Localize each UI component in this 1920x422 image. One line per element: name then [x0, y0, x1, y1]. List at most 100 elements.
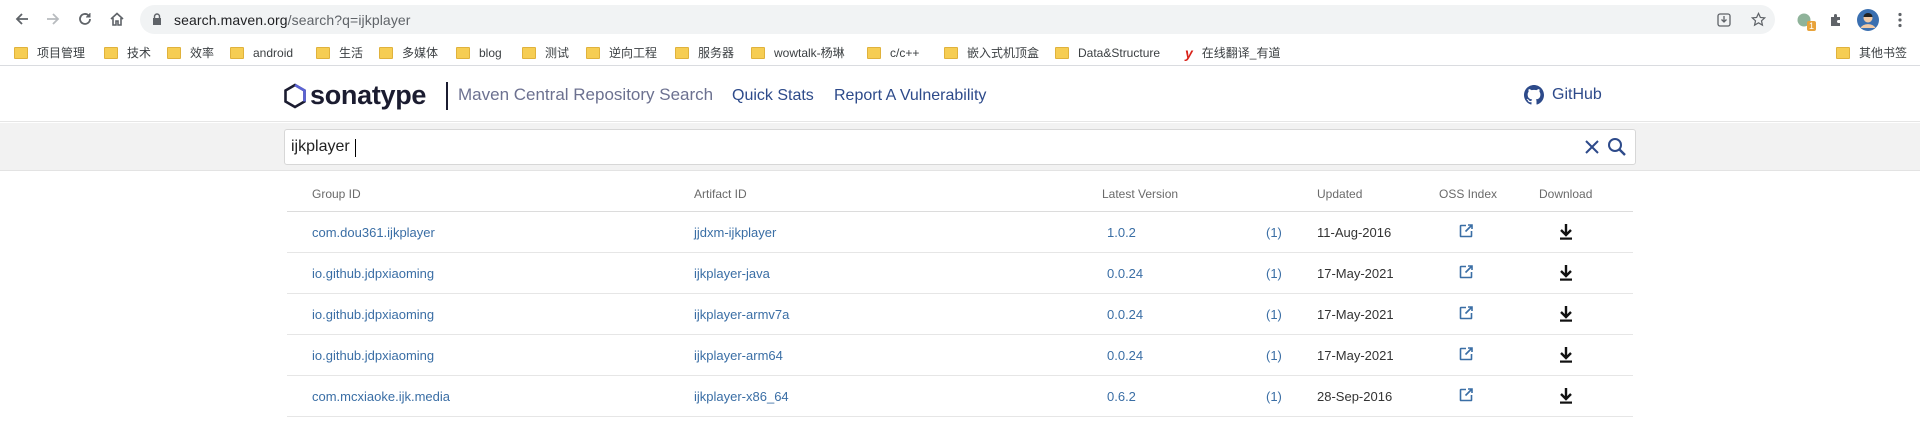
star-icon	[1750, 12, 1766, 27]
external-link-icon	[1459, 388, 1473, 402]
download-button[interactable]	[1558, 305, 1574, 326]
oss-index-button[interactable]	[1458, 387, 1474, 406]
profile-button[interactable]	[1852, 5, 1884, 34]
nav-report-vulnerability[interactable]: Report A Vulnerability	[834, 87, 986, 105]
forward-button[interactable]	[38, 4, 68, 34]
bookmark-folder[interactable]: 多媒体	[379, 43, 438, 62]
latest-version-link[interactable]: 0.0.24	[1107, 307, 1143, 322]
download-button[interactable]	[1558, 264, 1574, 285]
bookmark-star-button[interactable]	[1741, 5, 1775, 34]
bookmark-folder[interactable]: wowtalk-杨琳	[751, 43, 845, 62]
group-id-link[interactable]: io.github.jdpxiaoming	[312, 348, 434, 363]
search-icon[interactable]	[1607, 137, 1627, 157]
download-button[interactable]	[1558, 387, 1574, 408]
logo-text: sonatype	[310, 80, 427, 110]
home-button[interactable]	[102, 4, 132, 34]
bookmark-folder[interactable]: 服务器	[675, 43, 734, 62]
bookmark-folder[interactable]: Data&Structure	[1055, 43, 1160, 62]
folder-icon	[316, 46, 330, 59]
reload-button[interactable]	[70, 4, 100, 34]
oss-index-button[interactable]	[1458, 305, 1474, 324]
oss-index-button[interactable]	[1458, 223, 1474, 242]
reload-icon	[79, 13, 91, 25]
youdao-icon: y	[1185, 44, 1193, 61]
folder-icon	[379, 46, 393, 59]
artifact-id-link[interactable]: ijkplayer-armv7a	[694, 307, 789, 322]
external-link-icon	[1459, 306, 1473, 320]
oss-index-button[interactable]	[1458, 346, 1474, 365]
bookmark-folder[interactable]: 技术	[104, 43, 151, 62]
artifact-id-link[interactable]: ijkplayer-x86_64	[694, 389, 789, 404]
artifact-id-link[interactable]: jjdxm-ijkplayer	[694, 225, 776, 240]
folder-icon	[167, 46, 181, 59]
version-count-link[interactable]: (1)	[1266, 389, 1282, 404]
browser-menu-button[interactable]	[1884, 5, 1916, 34]
download-button[interactable]	[1558, 223, 1574, 244]
artifact-id-link[interactable]: ijkplayer-java	[694, 266, 770, 281]
site-subtitle: Maven Central Repository Search	[458, 85, 714, 104]
install-app-button[interactable]	[1707, 5, 1741, 34]
latest-version-link[interactable]: 0.0.24	[1107, 266, 1143, 281]
address-bar[interactable]: search.maven.org/search?q=ijkplayer	[140, 5, 1775, 34]
updated-date: 11-Aug-2016	[1317, 225, 1392, 240]
header-oss-index: OSS Index	[1439, 187, 1498, 201]
artifact-id-link[interactable]: ijkplayer-arm64	[694, 348, 783, 363]
bookmark-folder[interactable]: blog	[456, 43, 502, 62]
group-id-link[interactable]: com.mcxiaoke.ijk.media	[312, 389, 450, 404]
group-id-link[interactable]: io.github.jdpxiaoming	[312, 266, 434, 281]
header-artifact-id: Artifact ID	[694, 187, 747, 201]
group-id-link[interactable]: io.github.jdpxiaoming	[312, 307, 434, 322]
puzzle-icon	[1831, 13, 1840, 26]
bookmark-folder[interactable]: 测试	[522, 43, 569, 62]
folder-icon	[944, 46, 958, 59]
table-row: io.github.jdpxiaoming ijkplayer-arm64 0.…	[287, 335, 1633, 376]
bookmark-folder[interactable]: 逆向工程	[586, 43, 657, 62]
clear-search-icon[interactable]	[1583, 138, 1601, 156]
external-link-icon	[1459, 347, 1473, 361]
updated-date: 17-May-2021	[1317, 348, 1394, 363]
extension-badge: 1	[1806, 21, 1816, 31]
home-icon	[110, 12, 124, 26]
external-link-icon	[1459, 265, 1473, 279]
search-input[interactable]	[291, 134, 1561, 160]
github-link[interactable]: GitHub	[1524, 85, 1602, 105]
folder-icon	[456, 46, 470, 59]
bookmark-folder[interactable]: c/c++	[867, 43, 919, 62]
bookmark-youdao[interactable]: y 在线翻译_有道	[1185, 43, 1280, 62]
github-icon	[1524, 85, 1544, 105]
bookmark-folder[interactable]: 效率	[167, 43, 214, 62]
search-band	[0, 123, 1920, 171]
version-count-link[interactable]: (1)	[1266, 348, 1282, 363]
extensions-menu-button[interactable]	[1820, 5, 1852, 34]
header-latest-version: Latest Version	[1102, 187, 1179, 201]
bookmarks-bar: 项目管理 技术 效率 android 生活 多媒体 blog 测试 逆向工程 服…	[0, 39, 1920, 66]
bookmark-folder[interactable]: 生活	[316, 43, 363, 62]
download-icon	[1560, 347, 1572, 363]
version-count-link[interactable]: (1)	[1266, 225, 1282, 240]
download-icon	[1560, 265, 1572, 281]
extension-button[interactable]: 1	[1788, 5, 1820, 34]
latest-version-link[interactable]: 0.6.2	[1107, 389, 1136, 404]
table-row: com.dou361.ijkplayer jjdxm-ijkplayer 1.0…	[287, 212, 1633, 253]
group-id-link[interactable]: com.dou361.ijkplayer	[312, 225, 435, 240]
latest-version-link[interactable]: 0.0.24	[1107, 348, 1143, 363]
sonatype-hexagon-icon	[284, 82, 306, 109]
download-button[interactable]	[1558, 346, 1574, 367]
folder-icon	[522, 46, 536, 59]
sonatype-logo[interactable]: sonatype	[283, 80, 426, 111]
table-row: com.mcxiaoke.ijk.media ijkplayer-x86_64 …	[287, 376, 1633, 417]
nav-quick-stats[interactable]: Quick Stats	[732, 87, 814, 105]
other-bookmarks-folder[interactable]: 其他书签	[1836, 43, 1907, 62]
version-count-link[interactable]: (1)	[1266, 266, 1282, 281]
bookmark-folder[interactable]: android	[230, 43, 293, 62]
folder-icon	[230, 46, 244, 59]
latest-version-link[interactable]: 1.0.2	[1107, 225, 1136, 240]
browser-toolbar: search.maven.org/search?q=ijkplayer 1	[0, 0, 1920, 39]
version-count-link[interactable]: (1)	[1266, 307, 1282, 322]
oss-index-button[interactable]	[1458, 264, 1474, 283]
lock-icon	[153, 13, 161, 25]
bookmark-folder[interactable]: 嵌入式机顶盒	[944, 43, 1039, 62]
back-button[interactable]	[7, 4, 37, 34]
folder-icon	[675, 46, 689, 59]
bookmark-folder[interactable]: 项目管理	[14, 43, 85, 62]
